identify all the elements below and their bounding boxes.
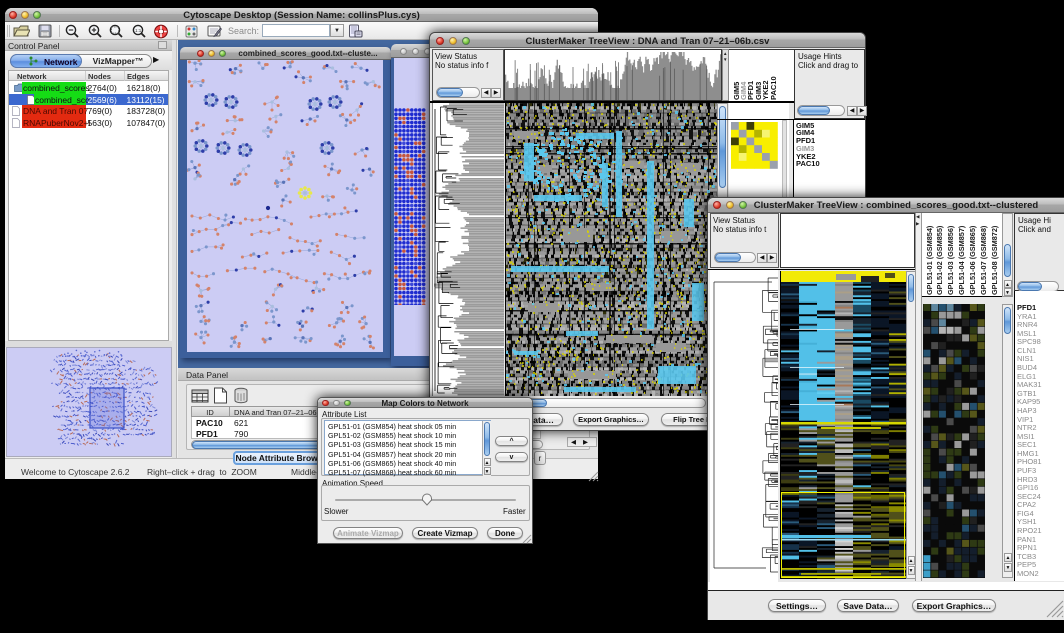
svg-text:1:1: 1:1 xyxy=(135,28,142,33)
